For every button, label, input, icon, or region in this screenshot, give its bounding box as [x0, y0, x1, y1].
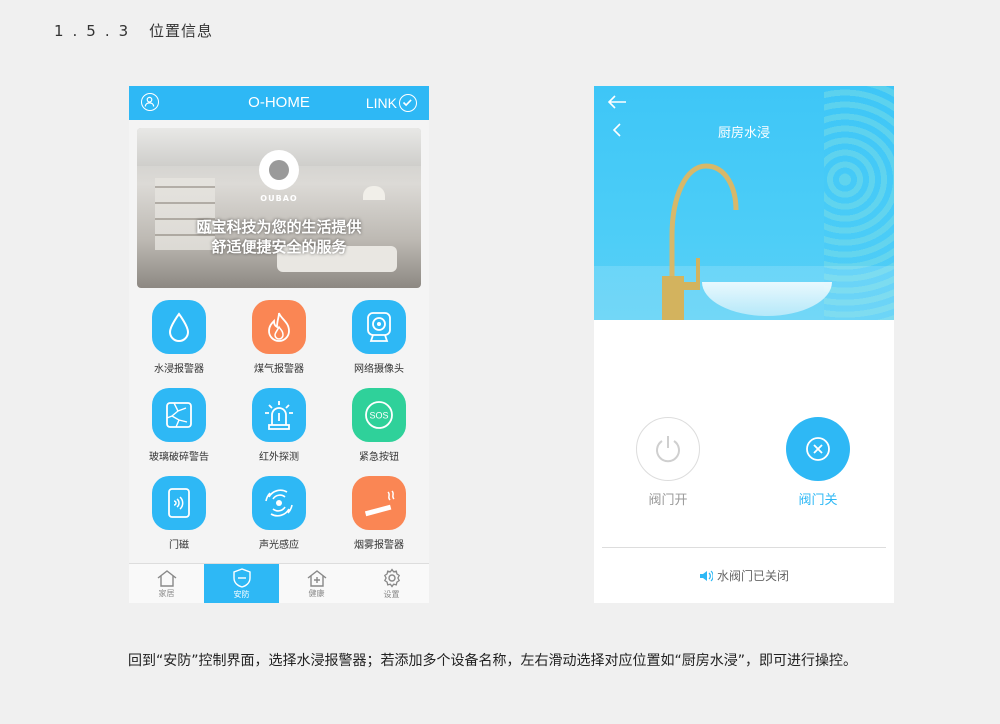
device-label: 煤气报警器 [254, 364, 304, 375]
valve-status: 水阀门已关闭 [594, 567, 894, 584]
device-label: 红外探测 [259, 452, 299, 463]
shield-icon [232, 567, 251, 588]
tab-label: 家居 [158, 588, 175, 598]
section-number: 1.5.3 [54, 22, 138, 40]
app-header: O-HOME LINK [129, 86, 429, 120]
device-glass-break[interactable]: 玻璃破碎警告 [129, 386, 229, 474]
section-heading: 1.5.3 位置信息 [54, 20, 213, 41]
siren-icon [252, 388, 306, 442]
speaker-icon [699, 570, 713, 581]
cigarette-icon [352, 476, 406, 530]
hero-image: 厨房水浸 [594, 86, 894, 320]
valve-open-label: 阀门开 [648, 493, 688, 508]
device-grid: 水浸报警器 煤气报警器 网络摄像头 玻璃破碎警告 红外探测 SOS 紧急按钮 门… [129, 298, 429, 562]
valve-control-screen: 厨房水浸 阀门开 阀门关 水阀门已关闭 [594, 86, 894, 603]
page-title: 厨房水浸 [717, 126, 770, 141]
valve-close-button[interactable] [786, 417, 850, 481]
home-icon [157, 569, 176, 587]
device-infrared[interactable]: 红外探测 [229, 386, 329, 474]
svg-text:SOS: SOS [369, 411, 388, 421]
device-label: 门磁 [169, 540, 189, 551]
device-label: 水浸报警器 [154, 364, 204, 375]
bottom-tab-bar: 家居 安防 健康 设置 [129, 563, 429, 603]
brand-name: OUBAO [260, 194, 298, 203]
banner-slogan-2: 舒适便捷安全的服务 [211, 238, 347, 256]
door-sensor-icon [152, 476, 206, 530]
tab-label: 安防 [233, 589, 250, 599]
health-icon [307, 569, 326, 587]
device-gas-alarm[interactable]: 煤气报警器 [229, 298, 329, 386]
device-label: 网络摄像头 [354, 364, 404, 375]
tab-security[interactable]: 安防 [204, 564, 279, 603]
tab-label: 设置 [383, 589, 400, 599]
tab-settings[interactable]: 设置 [354, 564, 429, 603]
device-sos-button[interactable]: SOS 紧急按钮 [329, 386, 429, 474]
status-text: 水阀门已关闭 [716, 569, 789, 583]
security-screen: O-HOME LINK OUBAO 瓯宝科技为您的生活提供 舒适便捷安全的服务 … [129, 86, 429, 603]
brand-logo-icon [259, 150, 299, 190]
link-button[interactable]: LINK [366, 94, 417, 112]
device-label: 声光感应 [259, 540, 299, 551]
divider [602, 547, 886, 548]
device-door-sensor[interactable]: 门磁 [129, 474, 229, 562]
device-label: 紧急按钮 [359, 452, 399, 463]
tab-home[interactable]: 家居 [129, 564, 204, 603]
tab-health[interactable]: 健康 [279, 564, 354, 603]
device-camera[interactable]: 网络摄像头 [329, 298, 429, 386]
tab-label: 健康 [308, 588, 325, 598]
device-sound-light[interactable]: 声光感应 [229, 474, 329, 562]
promo-banner[interactable]: OUBAO 瓯宝科技为您的生活提供 舒适便捷安全的服务 [137, 128, 421, 288]
sos-icon: SOS [352, 388, 406, 442]
link-label: LINK [365, 95, 397, 111]
water-drop-icon [152, 300, 206, 354]
banner-slogan-1: 瓯宝科技为您的生活提供 [196, 218, 362, 236]
check-circle-icon [399, 94, 417, 112]
device-label: 烟雾报警器 [354, 540, 404, 551]
caption-text: 回到“安防”控制界面，选择水浸报警器；若添加多个设备名称，左右滑动选择对应位置如… [128, 653, 858, 669]
close-circle-icon [806, 437, 830, 461]
device-smoke-alarm[interactable]: 烟雾报警器 [329, 474, 429, 562]
arrow-left-icon[interactable] [606, 94, 628, 110]
broken-glass-icon [152, 388, 206, 442]
valve-open-button[interactable] [636, 417, 700, 481]
section-title: 位置信息 [148, 22, 213, 40]
device-water-alarm[interactable]: 水浸报警器 [129, 298, 229, 386]
camera-icon [352, 300, 406, 354]
sound-light-icon [252, 476, 306, 530]
flame-icon [252, 300, 306, 354]
power-icon [656, 436, 680, 463]
gear-icon [383, 567, 400, 588]
valve-close-label: 阀门关 [798, 493, 838, 508]
device-label: 玻璃破碎警告 [149, 452, 209, 463]
